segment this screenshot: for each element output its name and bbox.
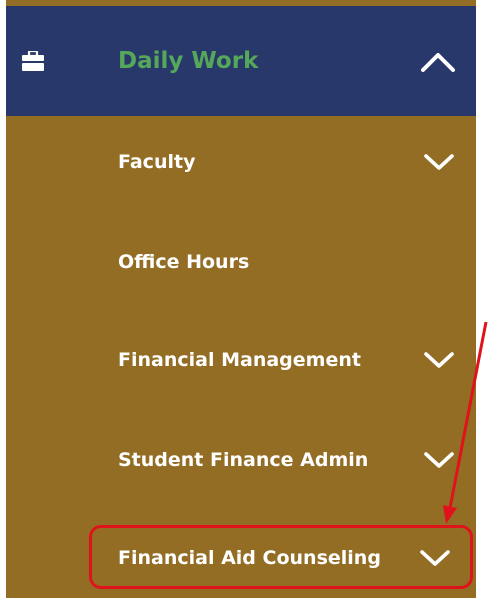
menu-item-label: Office Hours — [118, 251, 250, 273]
menu-item-label: Financial Management — [118, 349, 361, 371]
screenshot-frame: Daily Work Faculty Office Hours Financia… — [0, 0, 488, 609]
menu-item-student-finance-admin[interactable]: Student Finance Admin — [6, 430, 476, 490]
chevron-down-icon[interactable] — [422, 450, 456, 470]
menu-item-financial-management[interactable]: Financial Management — [6, 330, 476, 390]
menu-item-faculty[interactable]: Faculty — [6, 132, 476, 192]
menu-item-label: Faculty — [118, 151, 196, 173]
menu-header-daily-work[interactable]: Daily Work — [6, 6, 476, 116]
briefcase-icon — [22, 51, 44, 71]
chevron-down-icon[interactable] — [422, 152, 456, 172]
chevron-down-icon[interactable] — [422, 350, 456, 370]
chevron-up-icon[interactable] — [418, 50, 458, 74]
highlight-box — [89, 525, 473, 589]
menu-item-label: Student Finance Admin — [118, 449, 369, 471]
navigation-menu: Daily Work Faculty Office Hours Financia… — [6, 0, 476, 598]
menu-header-title: Daily Work — [118, 48, 259, 74]
menu-item-office-hours[interactable]: Office Hours — [6, 232, 476, 292]
